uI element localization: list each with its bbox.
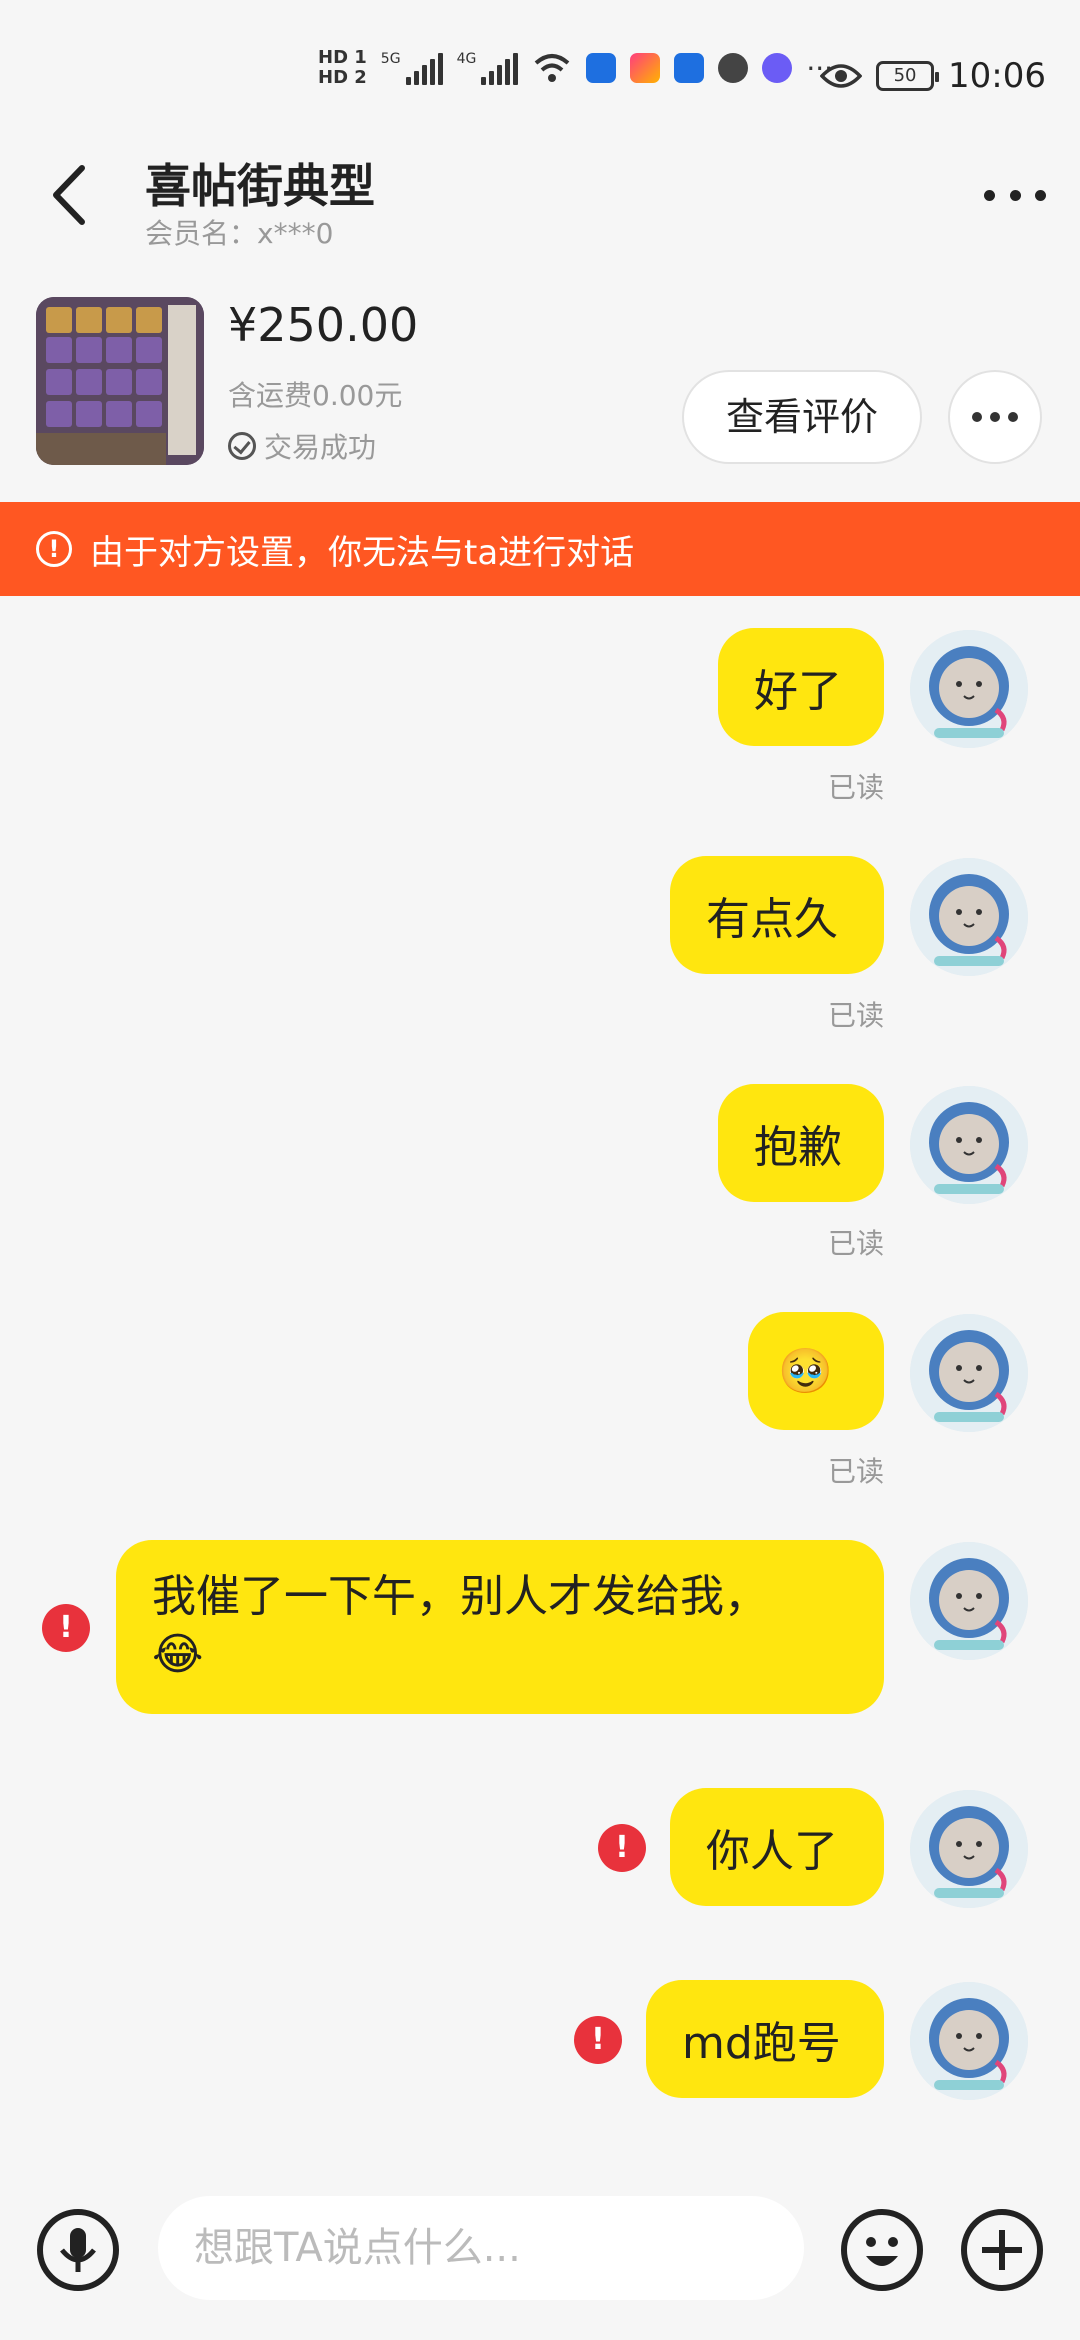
hd2-indicator: HD 2	[318, 67, 367, 88]
signal-4g-icon: 4G	[457, 51, 519, 85]
avatar[interactable]	[910, 1086, 1028, 1204]
app-notification-icon	[674, 53, 705, 83]
product-more-button[interactable]	[948, 370, 1042, 464]
eye-icon	[820, 64, 863, 88]
send-failed-icon[interactable]: !	[42, 1604, 90, 1652]
signal-5g-icon: 5G	[381, 51, 443, 85]
back-arrow-icon[interactable]	[40, 160, 100, 230]
add-icon[interactable]	[960, 2208, 1044, 2292]
send-failed-icon[interactable]: !	[574, 2016, 622, 2064]
trade-status-label: 交易成功	[264, 431, 377, 464]
message-text: 抱歉	[754, 1122, 842, 1173]
avatar[interactable]	[910, 1790, 1028, 1908]
chat-title: 喜帖街典型	[145, 159, 375, 213]
product-thumbnail[interactable]	[36, 297, 204, 465]
read-receipt: 已读	[828, 999, 885, 1032]
product-price: ¥250.00	[228, 298, 419, 352]
avatar[interactable]	[910, 630, 1028, 748]
blocked-banner-text: 由于对方设置，你无法与ta进行对话	[90, 532, 635, 573]
trade-status: 交易成功	[228, 426, 376, 466]
warning-icon: !	[36, 531, 72, 567]
shipping-fee: 含运费0.00元	[228, 379, 403, 412]
message-input[interactable]	[158, 2196, 804, 2300]
message-bubble[interactable]: 有点久	[670, 856, 884, 974]
dot-icon	[972, 412, 982, 422]
message-bubble[interactable]: 🥹	[748, 1312, 884, 1430]
microphone-icon[interactable]	[36, 2208, 120, 2292]
message-bubble[interactable]: 你人了	[670, 1788, 884, 1906]
avatar[interactable]	[910, 1982, 1028, 2100]
hd-indicators: HD 1 HD 2	[318, 48, 367, 88]
signal-5g-label: 5G	[380, 51, 401, 67]
emoji-message: 🥹	[778, 1346, 833, 1397]
message-bubble[interactable]: 抱歉	[718, 1084, 884, 1202]
message-bubble[interactable]: 我催了一下午，别人才发给我，😂	[116, 1540, 884, 1714]
read-receipt: 已读	[828, 1455, 885, 1488]
music-app-icon	[762, 53, 793, 83]
message-text: 你人了	[706, 1826, 838, 1877]
clock: 10:06	[948, 56, 1046, 96]
dot-icon	[990, 412, 1000, 422]
app-notification-icon	[630, 53, 661, 83]
read-receipt: 已读	[828, 1227, 885, 1260]
app-notification-icon	[586, 53, 617, 83]
check-circle-icon	[228, 432, 256, 460]
avatar[interactable]	[910, 1542, 1028, 1660]
member-name: 会员名：x***0	[145, 217, 334, 250]
dot-icon	[1008, 412, 1018, 422]
message-text: md跑号	[682, 2018, 841, 2069]
status-bar: HD 1 HD 2 5G 4G ··· 50 10:06	[0, 0, 1080, 140]
battery-icon: 50	[876, 61, 940, 91]
message-bubble[interactable]: md跑号	[646, 1980, 884, 2098]
dot-icon	[984, 189, 995, 201]
signal-4g-label: 4G	[456, 51, 477, 67]
blocked-banner: ! 由于对方设置，你无法与ta进行对话	[0, 502, 1080, 596]
message-text: 好了	[754, 666, 842, 717]
read-receipt: 已读	[828, 771, 885, 804]
product-thumbnail-image	[36, 297, 204, 465]
dot-icon	[1035, 189, 1046, 201]
avatar[interactable]	[910, 858, 1028, 976]
emoji-icon[interactable]	[840, 2208, 924, 2292]
status-left-icons: HD 1 HD 2 5G 4G ···	[318, 48, 833, 88]
message-bubble[interactable]: 好了	[718, 628, 884, 746]
view-reviews-button[interactable]: 查看评价	[682, 370, 922, 464]
app-notification-icon	[718, 53, 749, 83]
dot-icon	[1009, 189, 1021, 201]
status-right-icons: 50 10:06	[820, 56, 1046, 96]
avatar[interactable]	[910, 1314, 1028, 1432]
message-text: 我催了一下午，别人才发给我，😂	[152, 1571, 768, 1680]
message-text: 有点久	[706, 894, 838, 945]
send-failed-icon[interactable]: !	[598, 1824, 646, 1872]
hd1-indicator: HD 1	[318, 47, 367, 68]
wifi-icon	[535, 54, 570, 82]
more-options-button[interactable]	[980, 170, 1050, 220]
